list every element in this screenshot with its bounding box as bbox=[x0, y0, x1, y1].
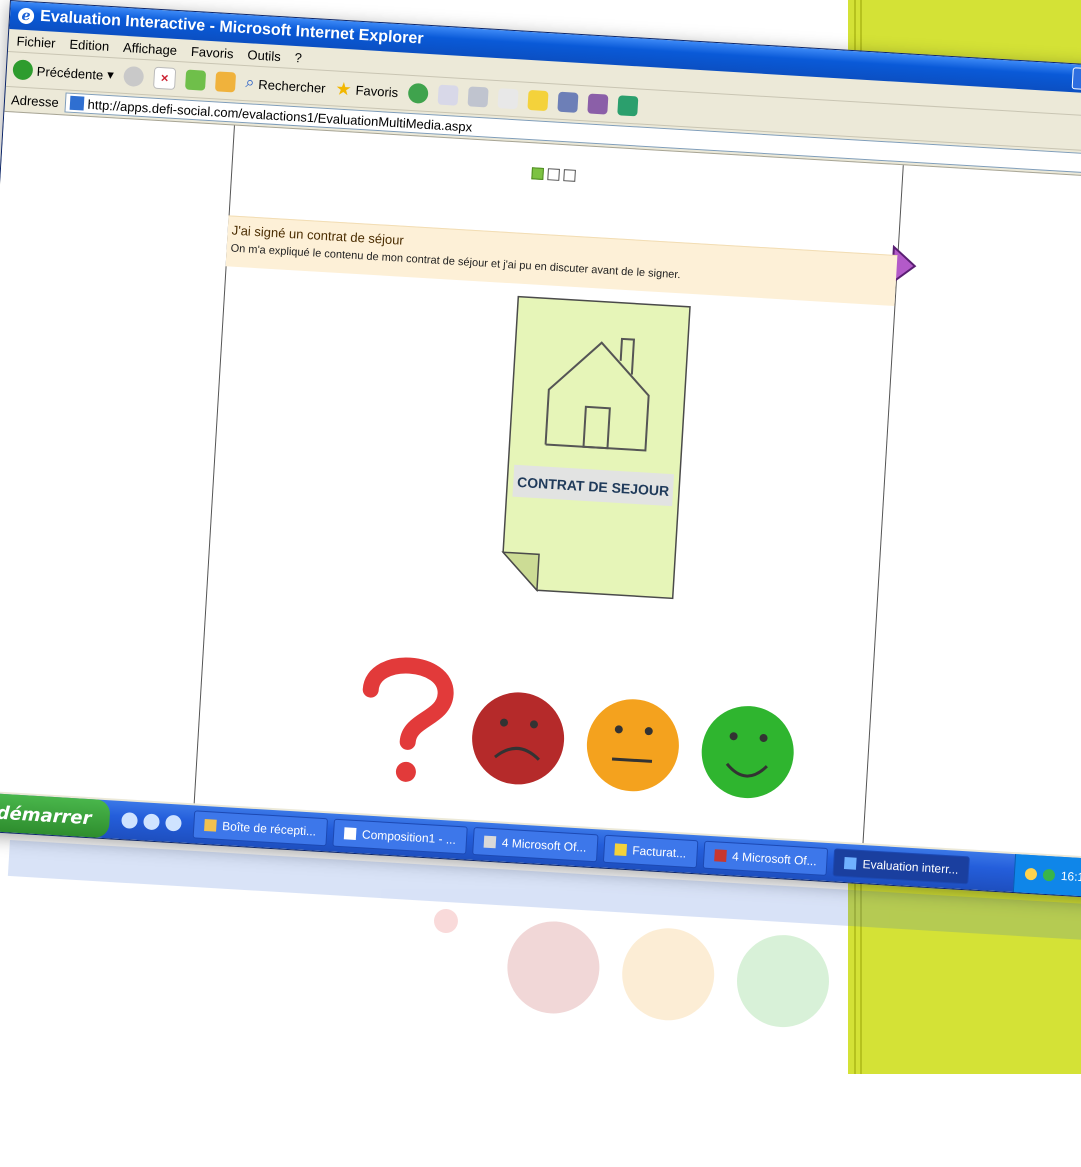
quick-launch-icon[interactable] bbox=[164, 814, 182, 832]
office-icon bbox=[713, 849, 727, 862]
stop-icon[interactable]: × bbox=[153, 66, 177, 90]
mail-icon bbox=[203, 818, 217, 832]
ie-window: e Evaluation Interactive - Microsoft Int… bbox=[0, 0, 1081, 899]
system-tray: 16:13 bbox=[1012, 854, 1081, 898]
taskbar-item-active[interactable]: Evaluation interr... bbox=[832, 848, 971, 885]
clock: 16:13 bbox=[1060, 868, 1081, 885]
quick-launch bbox=[115, 812, 188, 832]
forward-arrow-icon[interactable] bbox=[123, 65, 145, 88]
back-arrow-icon bbox=[12, 59, 34, 81]
quick-launch-icon[interactable] bbox=[120, 812, 138, 829]
page-content: J'ai signé un contrat de séjour On m'a e… bbox=[0, 110, 1081, 858]
browser-screenshot: e Evaluation Interactive - Microsoft Int… bbox=[0, 0, 1081, 899]
contract-document: CONTRAT DE SEJOUR bbox=[501, 295, 691, 600]
taskbar-item[interactable]: 4 Microsoft Of... bbox=[702, 840, 829, 876]
start-label: démarrer bbox=[0, 802, 93, 829]
folder-icon bbox=[613, 843, 627, 857]
office-icon bbox=[483, 835, 497, 849]
answer-choices bbox=[362, 657, 796, 800]
print-icon[interactable] bbox=[467, 86, 489, 108]
taskbar-item[interactable]: Composition1 - ... bbox=[332, 818, 468, 855]
note-icon[interactable] bbox=[527, 89, 549, 112]
menu-outils[interactable]: Outils bbox=[247, 47, 281, 64]
favorites-button[interactable]: ★ Favoris bbox=[335, 78, 399, 103]
tray-icon[interactable] bbox=[1024, 867, 1038, 881]
taskbar-item-label: Boîte de récepti... bbox=[221, 819, 317, 839]
answer-good-icon[interactable] bbox=[699, 703, 796, 800]
back-label: Précédente bbox=[36, 63, 104, 83]
refresh-icon[interactable] bbox=[185, 69, 207, 91]
people-icon[interactable] bbox=[617, 95, 639, 117]
back-button[interactable]: Précédente ▾ bbox=[12, 59, 114, 85]
answer-neutral-icon[interactable] bbox=[584, 697, 681, 794]
taskbar-item-label: Composition1 - ... bbox=[361, 827, 457, 847]
address-label: Adresse bbox=[10, 91, 60, 110]
progress-indicator bbox=[531, 167, 576, 182]
document-icon bbox=[343, 827, 357, 840]
taskbar-item-label: Facturat... bbox=[631, 843, 687, 861]
favorites-label: Favoris bbox=[355, 82, 399, 100]
window-controls bbox=[1071, 67, 1081, 93]
mail-icon[interactable] bbox=[437, 84, 459, 106]
chevron-down-icon: ▾ bbox=[106, 66, 115, 83]
ie-icon bbox=[844, 857, 857, 870]
home-icon[interactable] bbox=[214, 71, 237, 93]
menu-help[interactable]: ? bbox=[294, 49, 302, 64]
reflection-faces bbox=[433, 908, 829, 1028]
search-label: Rechercher bbox=[258, 76, 326, 96]
progress-step bbox=[563, 169, 576, 182]
menu-affichage[interactable]: Affichage bbox=[123, 39, 178, 57]
search-button[interactable]: ⌕ Rechercher bbox=[245, 74, 326, 97]
minimize-button[interactable] bbox=[1071, 67, 1081, 91]
left-margin-column bbox=[0, 111, 235, 804]
menu-fichier[interactable]: Fichier bbox=[16, 33, 56, 50]
taskbar-item-label: 4 Microsoft Of... bbox=[731, 849, 818, 869]
taskbar-item[interactable]: Facturat... bbox=[602, 834, 699, 869]
question-banner: J'ai signé un contrat de séjour On m'a e… bbox=[225, 215, 898, 306]
menu-edition[interactable]: Edition bbox=[69, 36, 110, 53]
start-button[interactable]: démarrer bbox=[0, 791, 111, 839]
quick-launch-icon[interactable] bbox=[142, 813, 160, 831]
taskbar-item-label: 4 Microsoft Of... bbox=[501, 835, 587, 855]
search-icon: ⌕ bbox=[245, 74, 256, 92]
history-icon[interactable] bbox=[407, 82, 429, 104]
question-description: On m'a expliqué le contenu de mon contra… bbox=[230, 242, 681, 282]
edit-icon[interactable] bbox=[497, 88, 519, 110]
progress-step bbox=[531, 167, 544, 180]
answer-bad-icon[interactable] bbox=[469, 690, 566, 787]
progress-step bbox=[547, 168, 560, 181]
taskbar-item[interactable]: Boîte de récepti... bbox=[192, 810, 328, 847]
star-icon: ★ bbox=[334, 77, 353, 99]
research-icon[interactable] bbox=[587, 93, 609, 115]
tray-icon[interactable] bbox=[1042, 868, 1056, 882]
answer-unknown-icon[interactable] bbox=[362, 657, 454, 783]
page-icon bbox=[69, 95, 85, 111]
menu-favoris[interactable]: Favoris bbox=[191, 43, 234, 61]
messenger-icon[interactable] bbox=[557, 91, 579, 113]
ie-logo-icon: e bbox=[17, 7, 35, 25]
taskbar-item[interactable]: 4 Microsoft Of... bbox=[472, 826, 599, 863]
taskbar-item-label: Evaluation interr... bbox=[862, 857, 959, 877]
